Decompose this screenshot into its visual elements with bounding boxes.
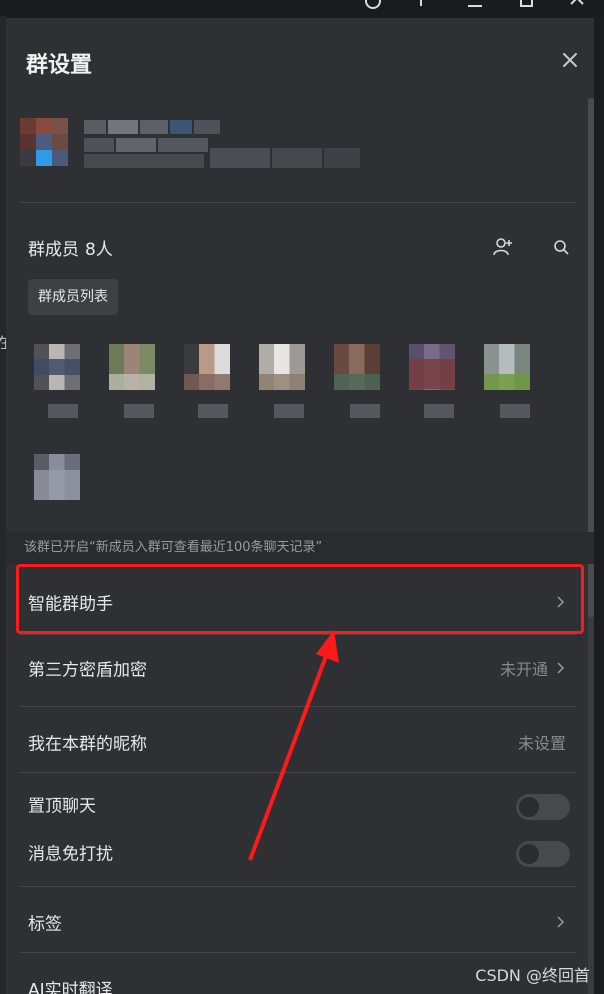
divider [20,706,576,707]
member-avatar-overlay [34,470,80,500]
pin-icon[interactable] [412,0,430,10]
divider [20,952,576,953]
divider [20,202,576,203]
members-count: 8人 [85,240,113,260]
mute-toggle[interactable] [516,841,570,867]
mute-label: 消息免打扰 [28,844,113,865]
member-name [350,404,380,418]
translate-label: AI实时翻译 [28,980,113,994]
member-name [48,404,78,418]
encryption-status: 未开通 [499,660,548,679]
panel-title: 群设置 [26,53,93,78]
chevron-right-icon [557,596,565,608]
smart-assistant-label: 智能群助手 [28,594,113,615]
tags-label: 标签 [28,914,62,935]
member-avatar-overlay [34,359,80,375]
member-avatar-overlay [184,374,230,390]
member-avatar-overlay [484,374,530,390]
history-notice: 该群已开启“新成员入群可查看最近100条聊天记录” [6,532,594,564]
member-name [424,404,454,418]
clock-icon[interactable] [364,0,382,10]
group-header-blurred[interactable] [20,118,360,182]
tags-row[interactable]: 标签 [6,894,594,950]
minimize-icon[interactable] [466,0,484,10]
pin-chat-label: 置顶聊天 [28,796,96,817]
members-label: 群成员 [28,240,79,260]
mute-row: 消息免打扰 [6,828,594,876]
close-window-icon[interactable] [568,0,586,10]
pin-chat-row: 置顶聊天 [6,780,594,828]
pin-chat-toggle[interactable] [516,794,570,820]
nickname-value: 未设置 [517,734,566,753]
member-name [198,404,228,418]
smart-assistant-row[interactable]: 智能群助手 [6,574,594,630]
chevron-right-icon [557,916,565,928]
member-avatar-overlay [259,374,305,390]
member-name [124,404,154,418]
toggle-knob [519,797,539,817]
divider [20,634,576,635]
close-icon[interactable] [558,48,582,72]
divider [20,772,576,773]
search-icon[interactable] [550,236,572,258]
member-avatar-overlay [109,374,155,390]
add-member-icon[interactable] [492,236,514,258]
group-settings-panel: 群设置 群成员 8人 群成员列表 该群已开启“新成员入群可查看最近100条聊天记… [6,18,594,994]
members-list-tooltip: 群成员列表 [28,279,118,315]
maximize-icon[interactable] [518,0,536,10]
member-name [274,404,304,418]
encryption-label: 第三方密盾加密 [28,660,147,681]
window-titlebar [0,0,604,16]
members-heading: 群成员 8人 [28,235,113,260]
nickname-label: 我在本群的昵称 [28,734,147,755]
toggle-knob [519,844,539,864]
divider [20,886,576,887]
chevron-right-icon [557,662,565,674]
encryption-row[interactable]: 第三方密盾加密 未开通 [6,640,594,696]
member-avatar-overlay [334,374,380,390]
nickname-row[interactable]: 我在本群的昵称 未设置 [6,714,594,770]
watermark: CSDN @终回首 [475,966,590,985]
member-avatar-overlay [409,359,455,389]
member-name [500,404,530,418]
